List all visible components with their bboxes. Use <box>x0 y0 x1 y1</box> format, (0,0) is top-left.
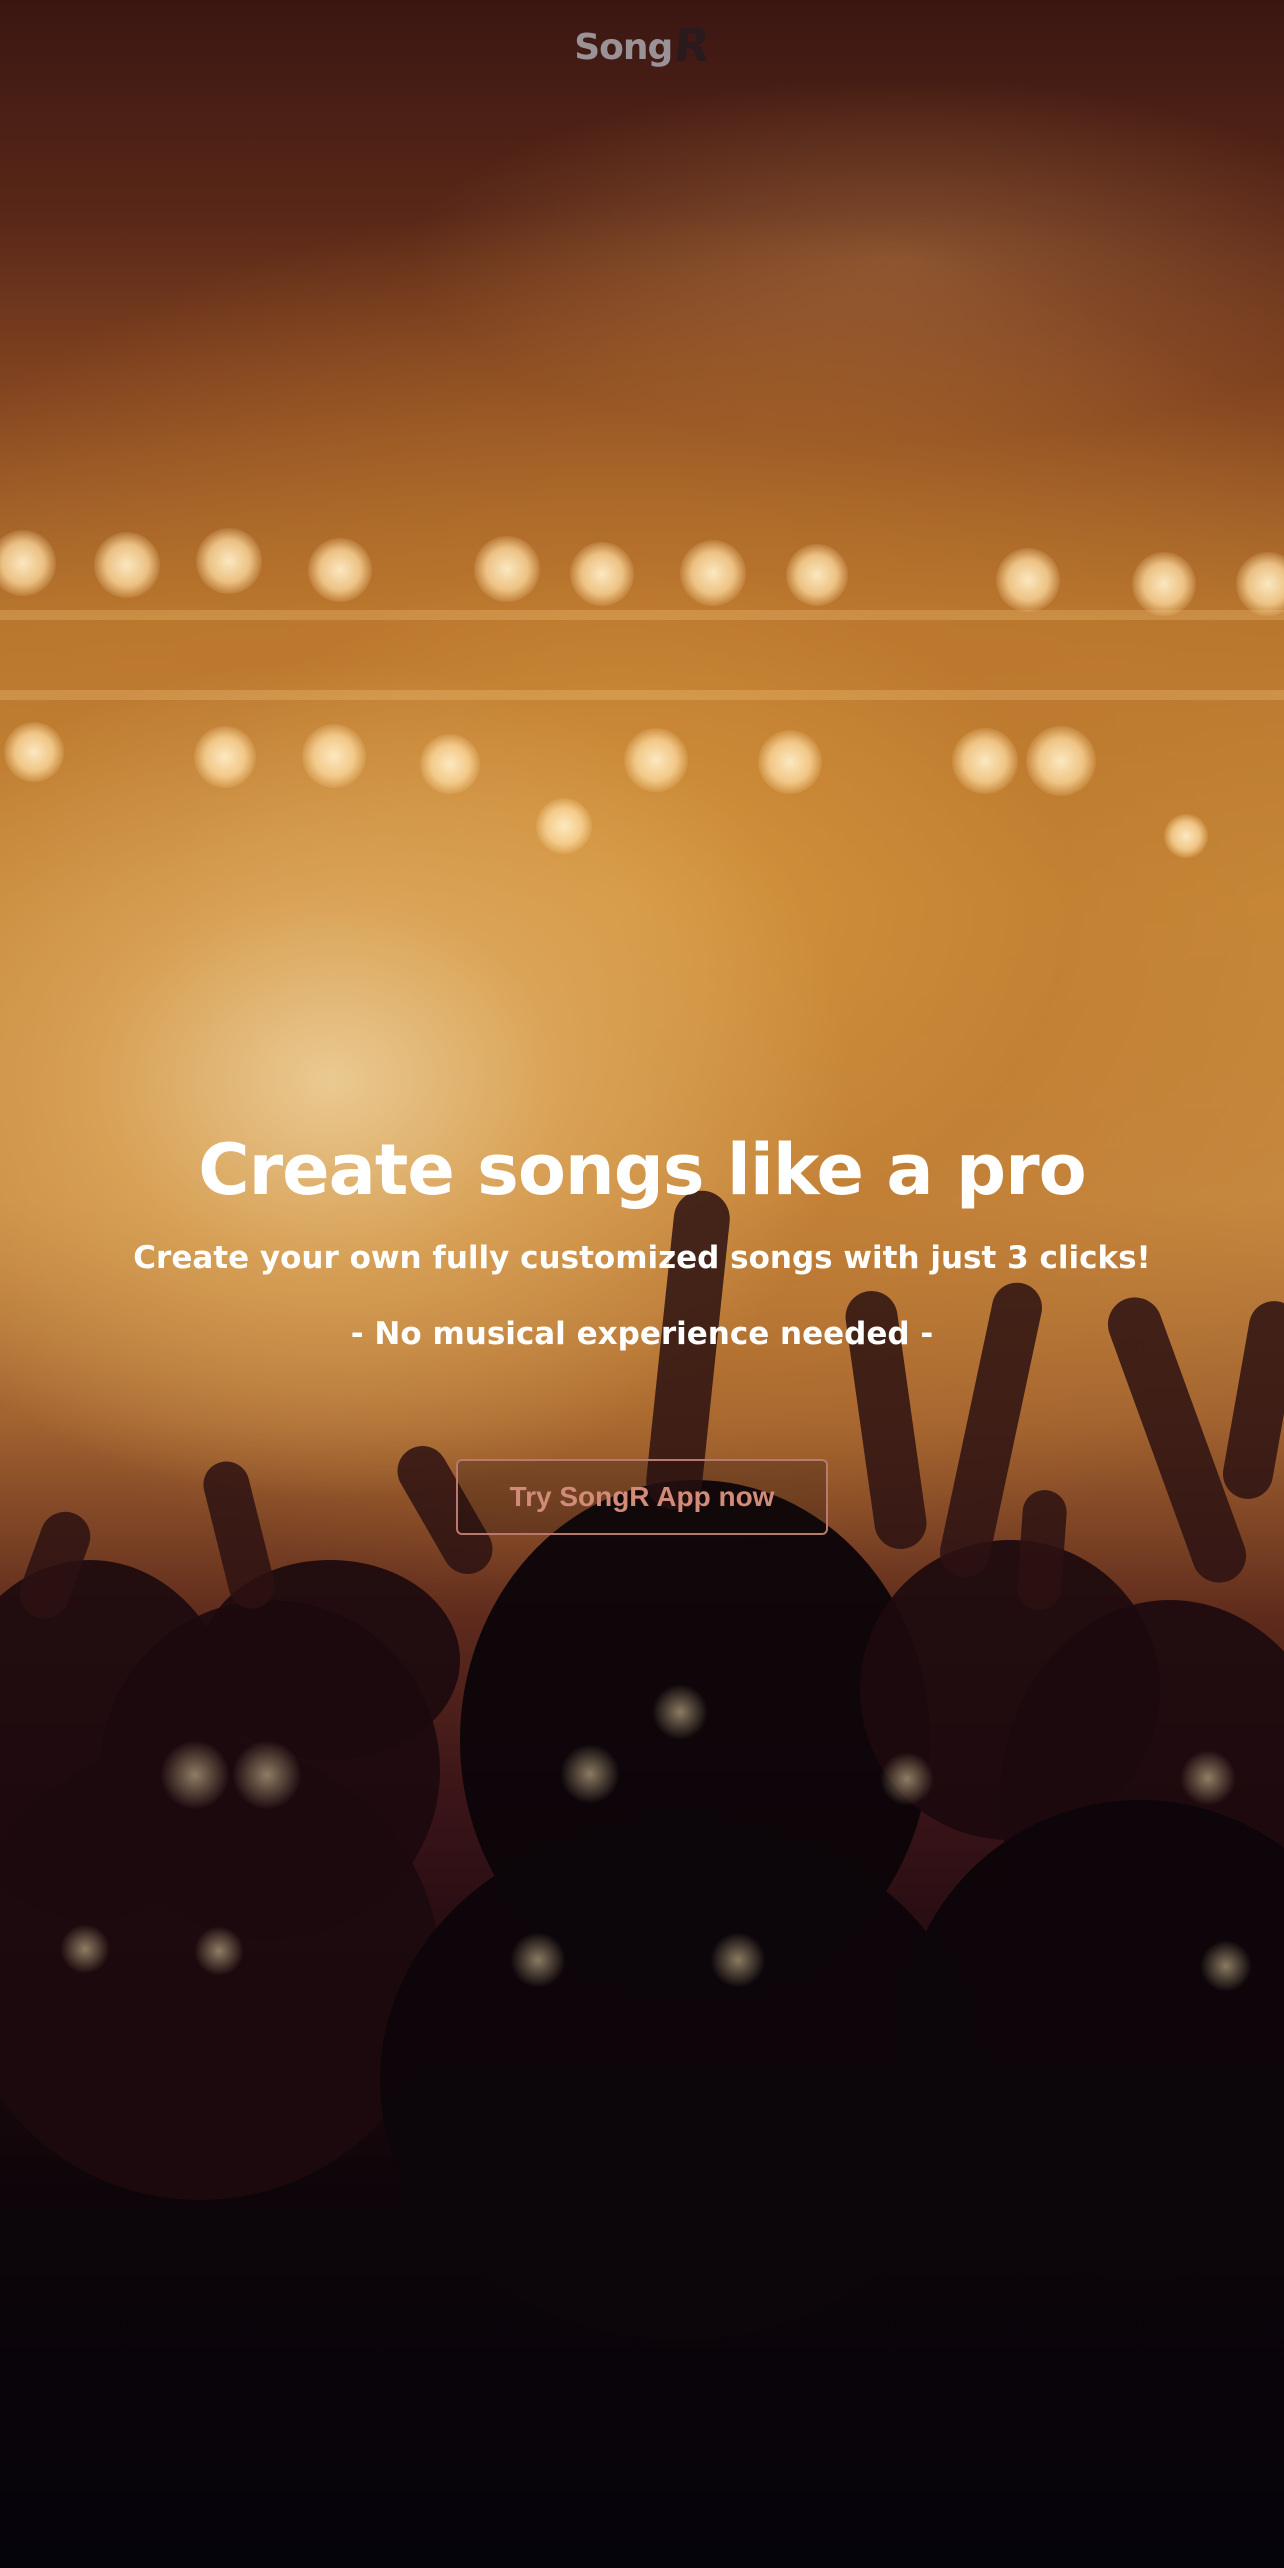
stage-light <box>680 540 746 606</box>
stage-light <box>94 532 160 598</box>
light-rig-bar <box>0 610 1284 620</box>
stage-light <box>536 798 592 854</box>
bokeh-light <box>1200 1940 1252 1992</box>
logo-text-r: R <box>671 18 713 72</box>
crowd-silhouette <box>380 1820 980 2340</box>
stage-light <box>952 728 1018 794</box>
stage-light <box>786 544 848 606</box>
songr-logo[interactable]: Song R <box>574 18 713 72</box>
header: Song R <box>0 18 1284 82</box>
landing-page: Song R Create songs like a pro Create yo… <box>0 0 1284 2568</box>
stage-light <box>4 722 64 782</box>
hero-note: - No musical experience needed - <box>350 1316 934 1352</box>
stage-light <box>302 724 366 788</box>
hero-title: Create songs like a pro <box>198 1129 1086 1211</box>
hero-section: Create songs like a pro Create your own … <box>0 1120 1284 1354</box>
bokeh-light <box>510 1932 566 1988</box>
bokeh-light <box>652 1684 708 1740</box>
stage-light <box>308 538 372 602</box>
stage-light <box>624 728 688 792</box>
bokeh-light <box>194 1926 244 1976</box>
hero-subtitle: Create your own fully customized songs w… <box>133 1240 1151 1276</box>
bokeh-light <box>880 1752 934 1806</box>
bokeh-light <box>1180 1750 1236 1806</box>
stage-light <box>194 726 256 788</box>
stage-light <box>758 730 822 794</box>
stage-haze <box>0 0 1284 600</box>
stage-light <box>570 542 634 606</box>
stage-light <box>1132 552 1196 616</box>
raised-arm <box>1015 1488 1069 1612</box>
try-app-button[interactable]: Try SongR App now <box>456 1459 828 1535</box>
stage-light <box>996 548 1060 612</box>
light-rig-bar <box>0 690 1284 700</box>
bokeh-light <box>710 1932 766 1988</box>
logo-text-song: Song <box>574 27 673 68</box>
bokeh-light <box>560 1744 620 1804</box>
bokeh-light <box>232 1740 302 1810</box>
stage-light <box>420 734 480 794</box>
stage-light <box>1164 814 1208 858</box>
bokeh-light <box>60 1924 110 1974</box>
stage-light <box>1026 726 1096 796</box>
stage-light <box>196 528 262 594</box>
stage-light <box>474 536 540 602</box>
bokeh-light <box>160 1740 230 1810</box>
